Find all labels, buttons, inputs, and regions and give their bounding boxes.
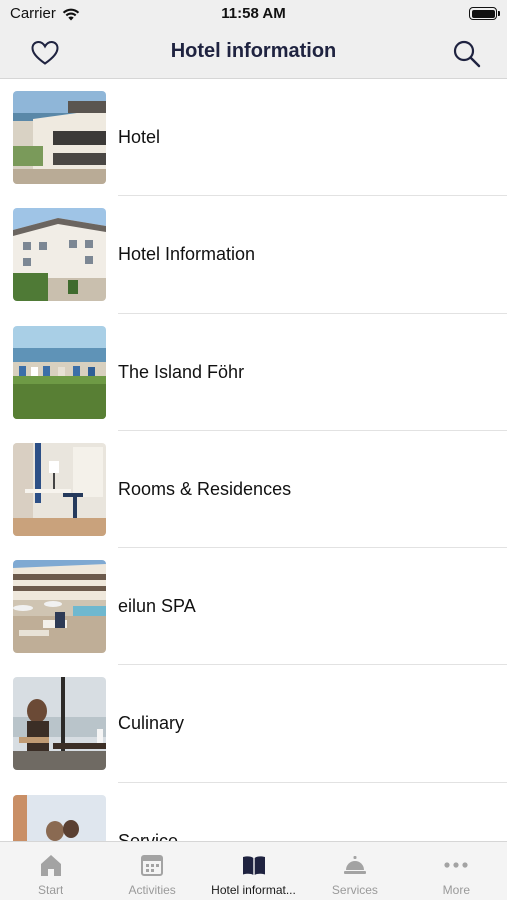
nav-bar: Hotel information xyxy=(0,28,507,79)
status-bar: Carrier 11:58 AM xyxy=(0,0,507,28)
list-item-hotel[interactable]: Hotel xyxy=(0,79,507,197)
list-item-hotel-information[interactable]: Hotel Information xyxy=(0,196,507,314)
tab-bar: Start Activities Hotel informat... Servi… xyxy=(0,841,507,900)
service-bell-icon xyxy=(343,856,366,874)
search-icon[interactable] xyxy=(452,39,482,69)
tab-label: Activities xyxy=(128,883,176,897)
status-time: 11:58 AM xyxy=(221,5,286,22)
list-item-culinary[interactable]: Culinary xyxy=(0,665,507,783)
list-item-rooms-residences[interactable]: Rooms & Residences xyxy=(0,431,507,549)
list-item-service[interactable]: Service xyxy=(0,783,507,841)
tab-label: More xyxy=(442,883,470,897)
house-icon xyxy=(40,855,61,876)
list-item-label: Service xyxy=(118,830,179,841)
tab-start[interactable]: Start xyxy=(0,842,101,900)
more-dots-icon xyxy=(444,862,468,868)
list-item-label: Hotel xyxy=(118,127,161,147)
menu-list: Hotel Hotel Information The Island Föhr … xyxy=(0,79,507,841)
tab-hotel-information[interactable]: Hotel informat... xyxy=(203,842,304,900)
service-thumbnail xyxy=(13,794,106,841)
tab-label: Start xyxy=(38,883,64,897)
dining-thumbnail xyxy=(13,677,106,771)
room-interior-thumbnail xyxy=(13,442,106,536)
tab-services[interactable]: Services xyxy=(304,842,405,900)
list-item-label: The Island Föhr xyxy=(118,361,245,382)
tab-label: Services xyxy=(331,883,378,897)
beach-thumbnail xyxy=(13,325,106,419)
tab-label: Hotel informat... xyxy=(211,883,296,897)
list-item-eilun-spa[interactable]: eilun SPA xyxy=(0,548,507,666)
battery-icon xyxy=(469,7,500,20)
calendar-icon xyxy=(141,855,164,876)
hotel-building-thumbnail xyxy=(13,91,106,184)
list-item-island-fohr[interactable]: The Island Föhr xyxy=(0,314,507,431)
hotel-facade-thumbnail xyxy=(13,208,106,302)
page-title: Hotel information xyxy=(170,40,337,62)
spa-pool-thumbnail xyxy=(13,560,106,654)
book-icon xyxy=(242,856,265,875)
list-item-label: Culinary xyxy=(118,713,185,734)
list-item-label: eilun SPA xyxy=(118,596,196,617)
tab-more[interactable]: More xyxy=(406,842,507,900)
list-item-label: Rooms & Residences xyxy=(118,478,292,499)
list-item-label: Hotel Information xyxy=(118,244,256,265)
tab-activities[interactable]: Activities xyxy=(101,842,202,900)
